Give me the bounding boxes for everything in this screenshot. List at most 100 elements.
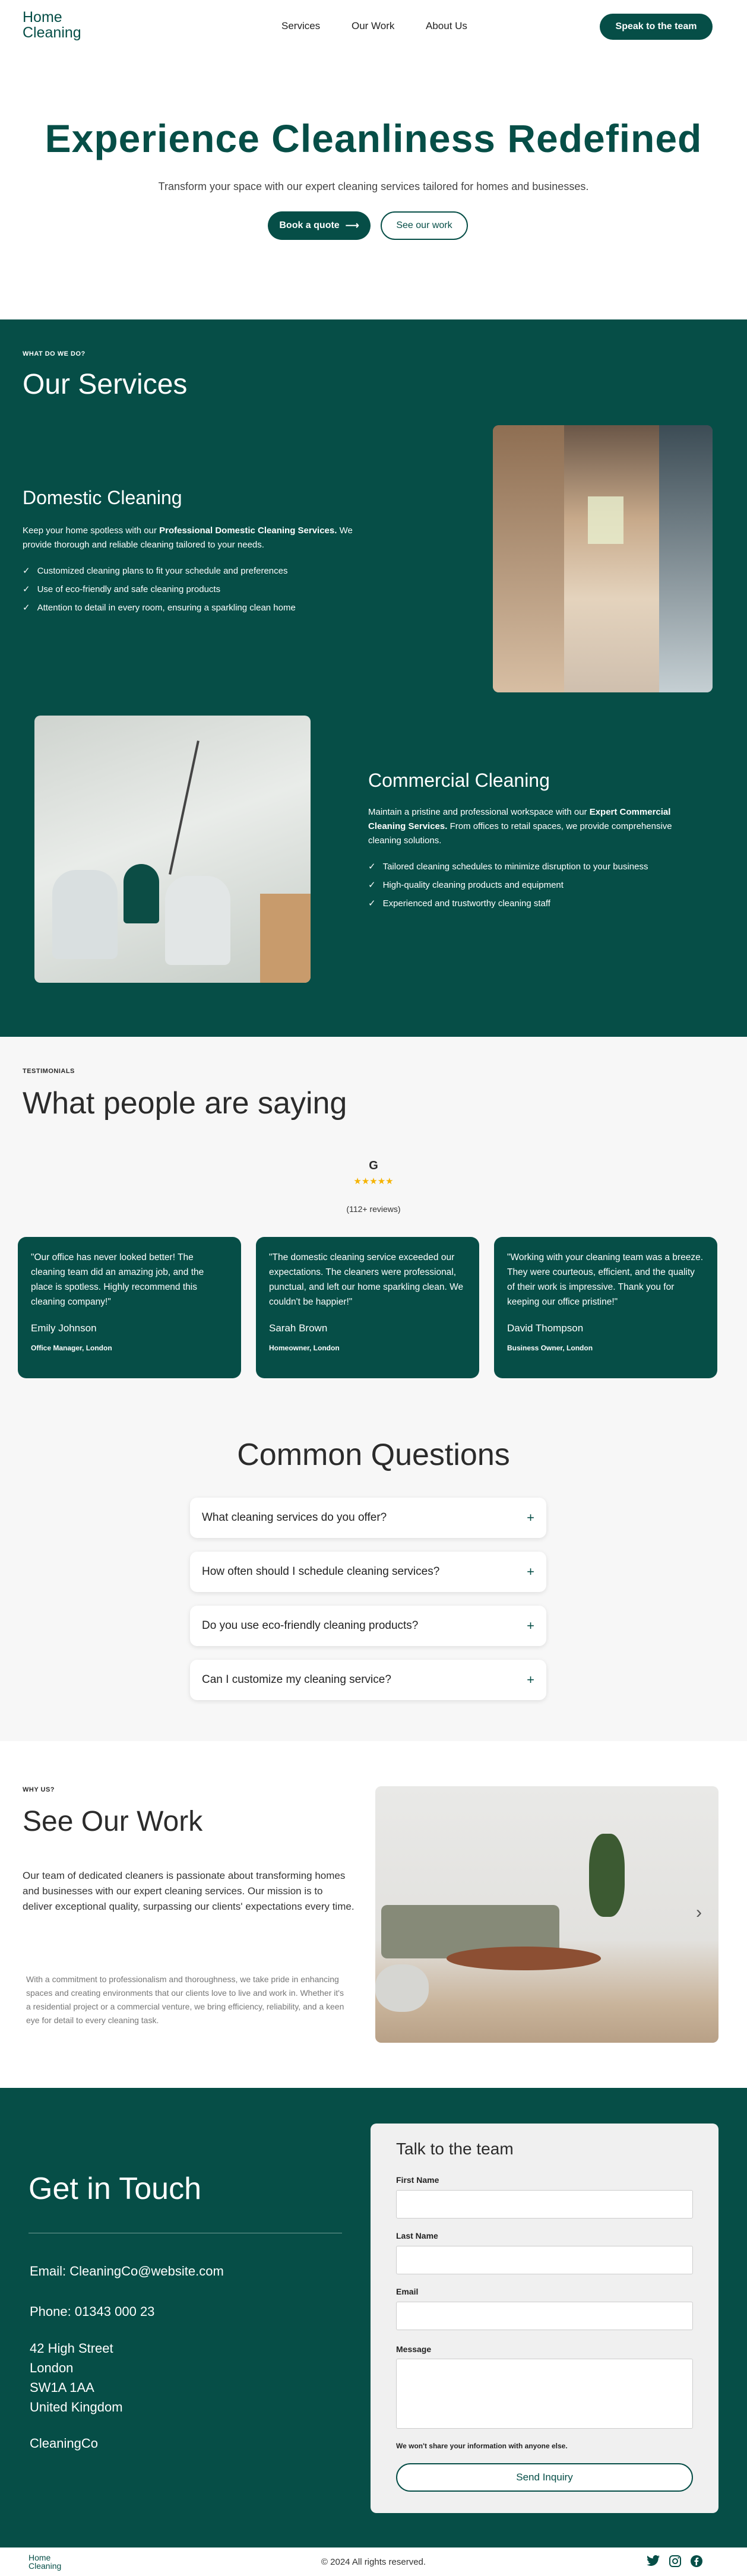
book-quote-label: Book a quote xyxy=(279,220,340,230)
commercial-features: ✓ Tailored cleaning schedules to minimize… xyxy=(368,861,648,916)
work-lead: Our team of dedicated cleaners is passio… xyxy=(23,1870,354,1912)
nav-our-work[interactable]: Our Work xyxy=(352,20,394,32)
address-line: United Kingdom xyxy=(30,2400,123,2414)
last-name-field[interactable] xyxy=(396,2246,693,2274)
privacy-note: We won't share your information with any… xyxy=(396,2442,568,2450)
contact-email[interactable]: Email: CleaningCo@website.com xyxy=(30,2264,224,2279)
office-photo xyxy=(34,716,311,983)
review-count: (112+ reviews) xyxy=(346,1204,401,1214)
faq-item[interactable]: Do you use eco-friendly cleaning product… xyxy=(190,1606,546,1646)
testimonial-card: "The domestic cleaning service exceeded … xyxy=(256,1237,479,1378)
facebook-icon[interactable] xyxy=(690,2555,703,2568)
domestic-features: ✓ Customized cleaning plans to fit your s… xyxy=(23,565,296,621)
form-title: Talk to the team xyxy=(396,2140,514,2158)
domestic-desc: Keep your home spotless with our Profess… xyxy=(23,526,353,550)
plus-icon[interactable]: + xyxy=(527,1672,534,1688)
address-line: London xyxy=(30,2360,74,2375)
google-icon: G xyxy=(369,1159,378,1172)
logo-line-2: Cleaning xyxy=(23,24,81,41)
copyright: © 2024 All rights reserved. xyxy=(321,2557,426,2567)
speak-to-team-button[interactable]: Speak to the team xyxy=(600,14,713,40)
contact-title: Get in Touch xyxy=(29,2172,202,2206)
services-title: Our Services xyxy=(23,369,188,400)
check-icon: ✓ xyxy=(368,880,376,890)
list-item: ✓ Use of eco-friendly and safe cleaning p… xyxy=(23,584,221,595)
work-body: With a commitment to professionalism and… xyxy=(26,1974,344,2025)
list-item: ✓ Customized cleaning plans to fit your s… xyxy=(23,565,288,577)
logo-line-1: Home xyxy=(23,9,62,26)
social-links xyxy=(646,2555,703,2568)
testimonial-role: Business Owner, London xyxy=(507,1344,593,1352)
last-name-label: Last Name xyxy=(396,2231,438,2240)
nav-services[interactable]: Services xyxy=(281,20,320,32)
commercial-title: Commercial Cleaning xyxy=(368,770,550,791)
testimonial-name: Sarah Brown xyxy=(269,1322,328,1334)
address-line: 42 High Street xyxy=(30,2341,113,2356)
arrow-right-icon: ⟶ xyxy=(345,221,359,231)
faq-item[interactable]: How often should I schedule cleaning ser… xyxy=(190,1552,546,1592)
nav-about-us[interactable]: About Us xyxy=(426,20,467,32)
send-inquiry-button[interactable]: Send Inquiry xyxy=(396,2463,693,2492)
kitchen-photo xyxy=(493,425,713,692)
list-item: ✓ High-quality cleaning products and equi… xyxy=(368,879,564,891)
contact-company: CleaningCo xyxy=(30,2436,98,2451)
testimonials-eyebrow: TESTIMONIALS xyxy=(23,1068,75,1075)
work-eyebrow: WHY US? xyxy=(23,1786,55,1793)
plus-icon[interactable]: + xyxy=(527,1564,534,1580)
testimonial-card: "Our office has never looked better! The… xyxy=(18,1237,241,1378)
testimonial-name: David Thompson xyxy=(507,1322,584,1334)
twitter-icon[interactable] xyxy=(646,2555,660,2568)
first-name-label: First Name xyxy=(396,2175,439,2185)
check-icon: ✓ xyxy=(23,603,30,613)
site-header: Home Cleaning Services Our Work About Us … xyxy=(0,0,747,52)
faq-title: Common Questions xyxy=(237,1438,510,1472)
faq-item[interactable]: Can I customize my cleaning service? + xyxy=(190,1660,546,1700)
work-title: See Our Work xyxy=(23,1806,203,1837)
address-line: SW1A 1AA xyxy=(30,2380,94,2395)
plus-icon[interactable]: + xyxy=(527,1510,534,1526)
logo[interactable]: Home Cleaning xyxy=(23,10,81,40)
testimonial-quote: "Working with your cleaning team was a b… xyxy=(507,1252,704,1307)
email-label: Email xyxy=(396,2287,419,2296)
services-eyebrow: WHAT DO WE DO? xyxy=(23,350,86,357)
services-section: WHAT DO WE DO? Our Services Domestic Cle… xyxy=(0,319,747,1037)
check-icon: ✓ xyxy=(368,862,376,872)
instagram-icon[interactable] xyxy=(669,2555,682,2568)
faq-question: Do you use eco-friendly cleaning product… xyxy=(202,1619,419,1632)
domestic-title: Domestic Cleaning xyxy=(23,487,182,508)
testimonial-role: Homeowner, London xyxy=(269,1344,340,1352)
list-item: ✓ Experienced and trustworthy cleaning st… xyxy=(368,898,550,909)
check-icon: ✓ xyxy=(23,566,30,576)
list-item: ✓ Tailored cleaning schedules to minimize… xyxy=(368,861,648,872)
work-section: WHY US? See Our Work Our team of dedicat… xyxy=(0,1741,747,2088)
testimonial-name: Emily Johnson xyxy=(31,1322,97,1334)
commercial-desc: Maintain a pristine and professional wor… xyxy=(368,807,672,846)
testimonial-card: "Working with your cleaning team was a b… xyxy=(494,1237,717,1378)
plus-icon[interactable]: + xyxy=(527,1618,534,1634)
list-item: ✓ Attention to detail in every room, ensu… xyxy=(23,602,296,613)
check-icon: ✓ xyxy=(23,584,30,594)
testimonials-title: What people are saying xyxy=(23,1086,347,1121)
faq-question: What cleaning services do you offer? xyxy=(202,1511,387,1524)
star-rating: ★★★★★ xyxy=(353,1176,394,1186)
testimonial-role: Office Manager, London xyxy=(31,1344,112,1352)
hero-title: Experience Cleanliness Redefined xyxy=(45,116,702,160)
see-work-button[interactable]: See our work xyxy=(381,211,468,240)
contact-address: 42 High Street London SW1A 1AA United Ki… xyxy=(30,2338,123,2417)
hero-subtitle: Transform your space with our expert cle… xyxy=(158,181,589,192)
faq-question: Can I customize my cleaning service? xyxy=(202,1673,391,1686)
living-room-photo: › xyxy=(375,1786,718,2043)
first-name-field[interactable] xyxy=(396,2190,693,2219)
testimonial-quote: "The domestic cleaning service exceeded … xyxy=(269,1252,464,1307)
contact-phone[interactable]: Phone: 01343 000 23 xyxy=(30,2304,154,2319)
message-field[interactable] xyxy=(396,2359,693,2429)
check-icon: ✓ xyxy=(368,898,376,909)
book-quote-button[interactable]: Book a quote ⟶ xyxy=(268,211,371,240)
testimonial-quote: "Our office has never looked better! The… xyxy=(31,1252,204,1307)
site-footer: Home Cleaning © 2024 All rights reserved. xyxy=(0,2547,747,2576)
faq-question: How often should I schedule cleaning ser… xyxy=(202,1565,440,1578)
email-field[interactable] xyxy=(396,2302,693,2330)
faq-item[interactable]: What cleaning services do you offer? + xyxy=(190,1498,546,1538)
carousel-next-button[interactable]: › xyxy=(696,1903,702,1923)
message-label: Message xyxy=(396,2344,432,2354)
